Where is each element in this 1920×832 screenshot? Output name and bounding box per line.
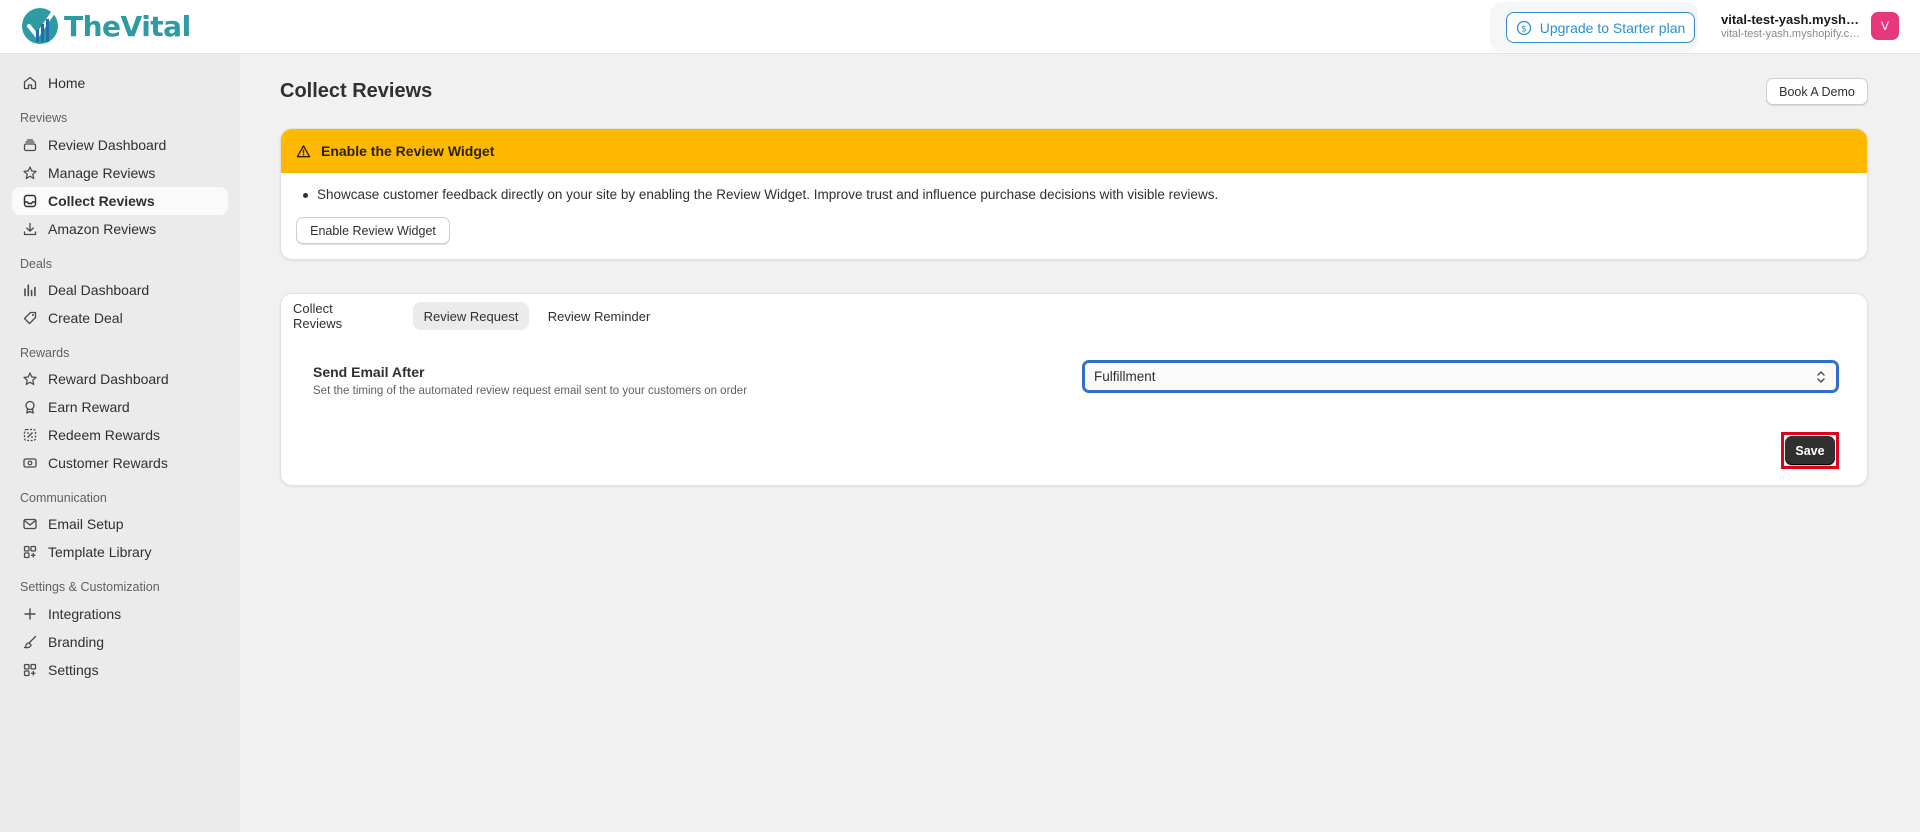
award-icon (25, 400, 35, 414)
sidebar-item-label: Review Dashboard (48, 137, 167, 153)
apps-icon (23, 663, 37, 677)
sidebar-item-reward-dashboard[interactable]: Reward Dashboard (12, 365, 228, 393)
tab-collect-reviews[interactable]: Collect Reviews (293, 301, 383, 331)
app-name: TheVital (64, 9, 191, 43)
sidebar-item-home[interactable]: Home (12, 69, 228, 97)
sidebar-item-collect-reviews[interactable]: Collect Reviews (12, 187, 228, 215)
sidebar-item-label: Email Setup (48, 516, 124, 532)
sidebar-item-deal-dashboard[interactable]: Deal Dashboard (12, 276, 228, 304)
star-icon (23, 166, 37, 180)
sidebar-section-communication: Communication (20, 491, 107, 505)
sidebar-item-amazon-reviews[interactable]: Amazon Reviews (12, 215, 228, 243)
apps-icon (23, 545, 37, 559)
banner-title: Enable the Review Widget (321, 143, 495, 159)
upgrade-button[interactable]: $ Upgrade to Starter plan (1506, 12, 1695, 43)
sidebar-item-customer-rewards[interactable]: Customer Rewards (12, 449, 228, 477)
plus-icon (24, 608, 36, 620)
home-icon (23, 76, 37, 90)
download-icon (23, 222, 37, 236)
warning-icon (296, 144, 311, 157)
select-arrows-icon (1817, 371, 1825, 383)
app-logo[interactable]: TheVital (20, 6, 191, 46)
brush-icon (23, 635, 37, 649)
sidebar-item-email-setup[interactable]: Email Setup (12, 510, 228, 538)
inbox-icon (23, 194, 37, 208)
tab-review-reminder[interactable]: Review Reminder (539, 302, 659, 330)
sidebar-item-label: Deal Dashboard (48, 282, 150, 298)
sidebar-item-integrations[interactable]: Integrations (12, 600, 228, 628)
sidebar-item-label: Amazon Reviews (48, 221, 157, 237)
sidebar-item-label: Customer Rewards (48, 455, 168, 471)
sidebar-item-label: Home (48, 75, 86, 91)
sidebar-item-label: Settings (48, 662, 99, 678)
send-email-after-label: Send Email After (313, 364, 425, 380)
sidebar-section-rewards: Rewards (20, 346, 70, 360)
sidebar-item-earn-reward[interactable]: Earn Reward (12, 393, 228, 421)
upgrade-container: $ Upgrade to Starter plan (1490, 2, 1698, 52)
sidebar-item-manage-reviews[interactable]: Manage Reviews (12, 159, 228, 187)
tag-icon (23, 311, 37, 325)
sidebar-item-label: Manage Reviews (48, 165, 156, 181)
sidebar-item-label: Earn Reward (48, 399, 130, 415)
banner-header: Enable the Review Widget (281, 129, 1867, 173)
sidebar-item-review-dashboard[interactable]: Review Dashboard (12, 131, 228, 159)
discount-icon (23, 428, 37, 442)
store-name[interactable]: vital-test-yash.myshopify.com (1721, 12, 1861, 27)
sidebar-section-deals: Deals (20, 257, 52, 271)
sidebar-item-label: Create Deal (48, 310, 123, 326)
sidebar-item-label: Branding (48, 634, 105, 650)
upgrade-label: Upgrade to Starter plan (1539, 19, 1686, 36)
send-email-after-help: Set the timing of the automated review r… (313, 385, 748, 397)
sidebar-item-label: Collect Reviews (48, 193, 155, 209)
bullet-point (303, 193, 308, 198)
dollar-circle-icon: $ (1516, 20, 1531, 35)
select-value: Fulfillment (1094, 369, 1156, 384)
cash-icon (23, 458, 37, 468)
sidebar-item-settings[interactable]: Settings (12, 656, 228, 684)
star-icon (23, 372, 37, 386)
sidebar-item-create-deal[interactable]: Create Deal (12, 304, 228, 332)
enable-review-widget-button[interactable]: Enable Review Widget (296, 217, 450, 244)
settings-card: Collect Reviews Review Request Review Re… (280, 293, 1868, 486)
sidebar-item-label: Integrations (48, 606, 122, 622)
save-button[interactable]: Save (1785, 436, 1835, 465)
email-icon (23, 518, 37, 530)
avatar[interactable]: V (1871, 12, 1899, 40)
sidebar-section-reviews: Reviews (20, 111, 68, 125)
sidebar-item-label: Redeem Rewards (48, 427, 161, 443)
tab-review-request[interactable]: Review Request (413, 302, 529, 330)
banner-text: Showcase customer feedback directly on y… (317, 187, 1219, 202)
sidebar-item-label: Reward Dashboard (48, 371, 169, 387)
page-title: Collect Reviews (280, 80, 433, 102)
review-widget-banner: Enable the Review Widget Showcase custom… (280, 128, 1868, 260)
stack-icon (23, 139, 37, 152)
sidebar: Home Reviews Review Dashboard Manage Rev… (0, 54, 240, 832)
sidebar-item-label: Template Library (48, 544, 152, 560)
store-domain: vital-test-yash.myshopify.com (1721, 28, 1861, 40)
sidebar-item-template-library[interactable]: Template Library (12, 538, 228, 566)
book-demo-button[interactable]: Book A Demo (1766, 78, 1868, 105)
sidebar-item-branding[interactable]: Branding (12, 628, 228, 656)
top-bar: TheVital $ Upgrade to Starter plan vital… (0, 0, 1920, 54)
sidebar-item-redeem-rewards[interactable]: Redeem Rewards (12, 421, 228, 449)
logo-icon (22, 8, 58, 44)
svg-text:$: $ (1521, 24, 1527, 34)
sidebar-section-settings: Settings & Customization (20, 580, 160, 594)
bar-chart-icon (24, 284, 36, 297)
send-email-after-select[interactable]: Fulfillment (1082, 360, 1839, 393)
